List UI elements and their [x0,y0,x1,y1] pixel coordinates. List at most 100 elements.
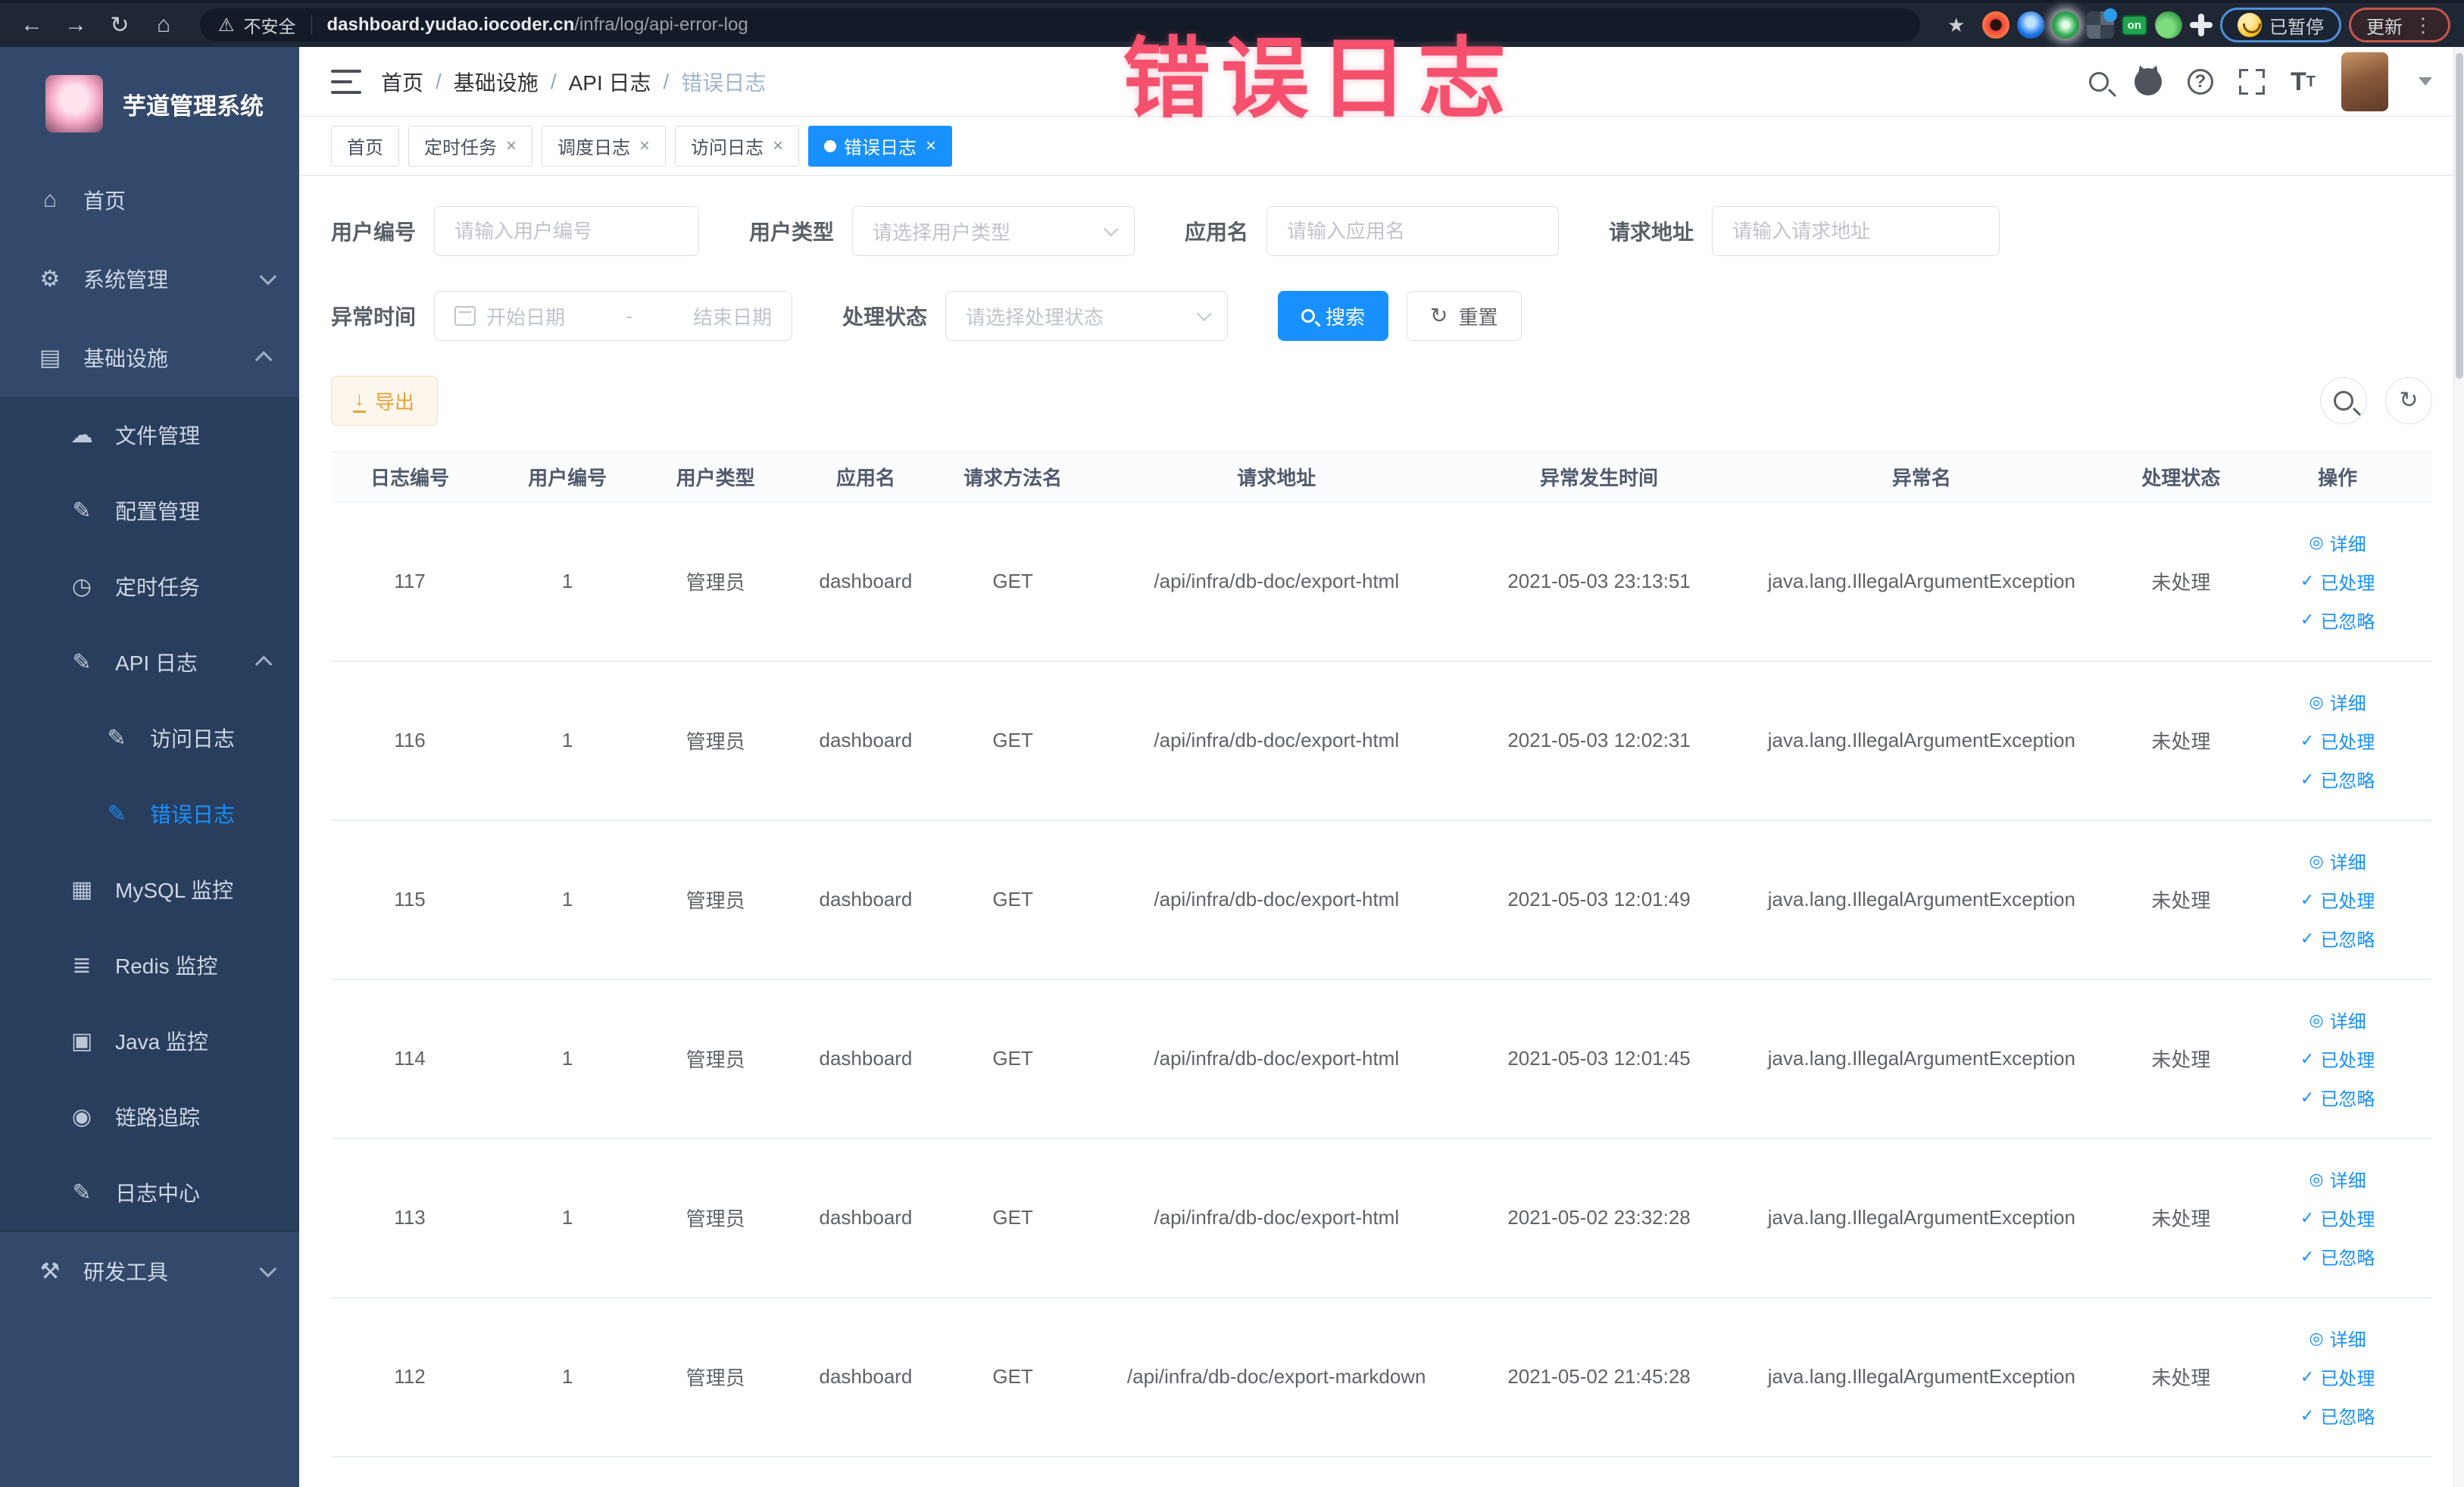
breadcrumb-item[interactable]: API 日志 [569,67,651,97]
sidebar-item-log-center[interactable]: ✎ 日志中心 [0,1154,299,1230]
reload-icon[interactable]: ↻ [101,7,138,43]
help-icon[interactable]: ? [2188,68,2213,95]
row-action-link[interactable]: ✓ 已处理 [2300,1204,2375,1231]
breadcrumb-item[interactable]: 首页 [381,67,423,97]
row-action-link[interactable]: ✓ 已忽略 [2300,766,2375,792]
sidebar-item-label: 链路追踪 [115,1106,201,1129]
user-id-input[interactable] [454,219,679,243]
row-action-link[interactable]: ✓ 已忽略 [2300,925,2375,951]
sidebar-item-java[interactable]: ▣ Java 监控 [0,1003,299,1079]
row-action-link[interactable]: ✓ 已处理 [2300,1045,2375,1072]
update-pill[interactable]: 更新 ⋮ [2349,8,2450,42]
tag-tab[interactable]: 错误日志 × [808,125,953,167]
sidebar-item-file[interactable]: ☁ 文件管理 [0,397,299,473]
sidebar-item-mysql[interactable]: ▦ MySQL 监控 [0,851,299,927]
row-action-link[interactable]: ◎ 详细 [2309,1166,2366,1192]
on-badge[interactable]: on [2121,14,2147,36]
avatar[interactable] [2341,52,2388,111]
close-icon[interactable]: × [926,136,936,157]
sidebar-item-job[interactable]: ◷ 定时任务 [0,548,299,624]
user-type-label: 用户类型 [749,220,835,244]
logo-row[interactable]: 芋道管理系统 [0,47,299,161]
main-area: 首页 / 基础设施 / API 日志 / 错误日志 ? TT 首页 定时任务 × 调度日志 [299,47,2464,1487]
extension-grid-icon[interactable] [2086,8,2117,39]
tag-tab[interactable]: 调度日志 × [542,125,667,167]
bookmark-star-icon[interactable]: ★ [1938,7,1975,43]
sidebar-item-system[interactable]: ⚙ 系统管理 [0,239,299,318]
close-icon[interactable]: × [639,136,650,157]
user-type-select[interactable]: 请选择用户类型 [852,206,1135,256]
search-icon[interactable] [2089,71,2109,92]
breadcrumb-item[interactable]: 基础设施 [454,67,539,97]
screen: ← → ↻ ⌂ ⚠ 不安全 dashboard.yudao.iocoder.cn… [0,0,2464,1487]
close-icon[interactable]: × [506,136,517,157]
row-action-link[interactable]: ◎ 详细 [2309,530,2366,556]
extension-green-icon[interactable] [2051,11,2079,39]
row-action-link[interactable]: ✓ 已忽略 [2300,607,2375,633]
search-button[interactable]: 搜索 [1278,291,1389,341]
cell-method: GET [946,501,1079,662]
row-action-link[interactable]: ✓ 已忽略 [2300,1243,2375,1270]
header-actions: ? TT [2089,52,2432,111]
sidebar-item-api-log[interactable]: ✎ API 日志 [0,624,299,700]
address-bar[interactable]: ⚠ 不安全 dashboard.yudao.iocoder.cn/infra/l… [200,8,1920,42]
reset-button[interactable]: ↻ 重置 [1407,291,1522,341]
row-action-link[interactable]: ◎ 详细 [2309,689,2366,715]
tag-tabbar: 首页 定时任务 × 调度日志 × 访问日志 × 错误日志 × [299,117,2464,176]
row-action-link[interactable]: ✓ 已处理 [2300,1364,2375,1390]
fullscreen-icon[interactable] [2239,68,2265,95]
tag-tab[interactable]: 访问日志 × [675,125,800,167]
font-size-icon[interactable]: TT [2291,69,2316,95]
user-type-placeholder: 请选择用户类型 [873,220,1011,244]
refresh-button[interactable]: ↻ [2385,377,2432,424]
extensions-puzzle-icon[interactable] [2190,14,2213,36]
chevron-down-icon[interactable] [2419,77,2432,86]
row-action-link[interactable]: ✓ 已忽略 [2300,1084,2375,1111]
sidebar-item-trace[interactable]: ◉ 链路追踪 [0,1079,299,1154]
kebab-menu-icon[interactable]: ⋮ [2413,14,2433,37]
cell-time: 2021-05-02 21:45:28 [1474,1297,1725,1457]
sidebar-item-infra[interactable]: ▤ 基础设施 [0,318,299,397]
sidebar-item-home[interactable]: ⌂ 首页 [0,161,299,239]
forward-icon[interactable]: → [58,7,94,43]
sidebar-item-access-log[interactable]: ✎ 访问日志 [0,700,299,776]
sidebar-item-dev-tools[interactable]: ⚒ 研发工具 [0,1232,299,1310]
tag-tab[interactable]: 首页 [331,125,399,167]
close-icon[interactable]: × [773,136,783,157]
extension-plant-icon[interactable] [2155,11,2182,39]
hamburger-icon[interactable] [331,69,361,94]
cell-method: GET [946,820,1079,980]
paused-pill[interactable]: 已暂停 [2220,8,2341,42]
export-button[interactable]: ↓ 导出 [331,376,439,426]
row-action-link[interactable]: ✓ 已处理 [2300,727,2375,754]
row-action-link[interactable]: ✓ 已处理 [2300,886,2375,913]
op-check-icon: ✓ [2300,571,2315,591]
row-action-link[interactable]: ◎ 详细 [2309,1325,2366,1351]
sidebar-item-error-log[interactable]: ✎ 错误日志 [0,776,299,851]
extension-red-icon[interactable] [1982,11,2010,39]
search-icon [1301,309,1316,323]
app-name-input[interactable] [1287,219,1539,243]
request-url-input[interactable] [1732,219,1980,243]
scrollbar-thumb[interactable] [2456,53,2463,379]
process-status-select[interactable]: 请选择处理状态 [945,291,1229,341]
op-check-icon: ✓ [2300,928,2315,948]
row-action-link[interactable]: ✓ 已处理 [2300,568,2375,595]
toggle-search-button[interactable] [2320,377,2367,424]
update-label: 更新 [2366,17,2403,38]
row-action-link[interactable]: ◎ 详细 [2309,1007,2366,1033]
breadcrumb-separator: / [550,69,557,93]
tag-tab[interactable]: 定时任务 × [408,125,533,167]
github-icon[interactable] [2135,67,2162,95]
row-action-link[interactable]: ◎ 详细 [2309,848,2366,874]
extension-blue-icon[interactable] [2016,11,2044,39]
column-header: 异常发生时间 [1474,451,1725,502]
back-icon[interactable]: ← [14,7,50,43]
sidebar-item-redis[interactable]: ≣ Redis 监控 [0,927,299,1003]
sidebar-item-config[interactable]: ✎ 配置管理 [0,473,299,548]
row-action-link[interactable]: ✓ 已忽略 [2300,1402,2375,1429]
page-scrollbar[interactable] [2453,47,2464,1487]
date-range-picker[interactable]: 开始日期 - 结束日期 [434,291,793,341]
home-button-icon[interactable]: ⌂ [145,7,182,43]
security-label[interactable]: 不安全 [244,12,296,38]
